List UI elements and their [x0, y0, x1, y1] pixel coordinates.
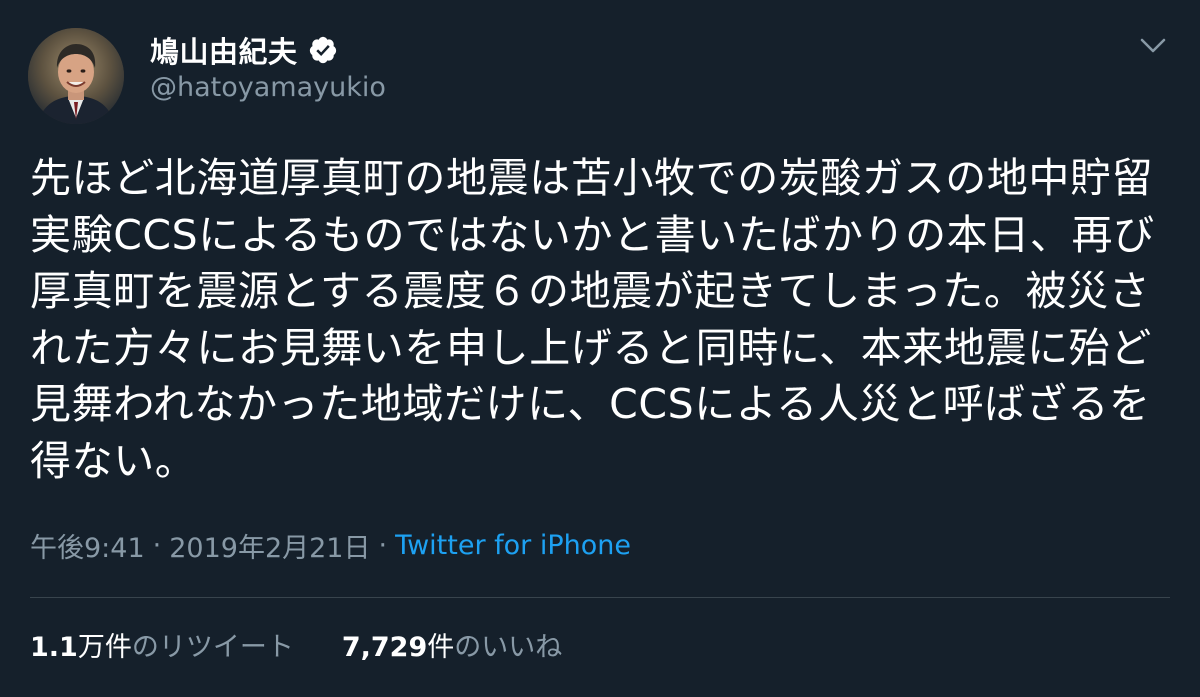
user-handle[interactable]: @hatoyamayukio — [150, 72, 386, 103]
user-name-row: 鳩山由紀夫 — [150, 30, 338, 70]
chevron-down-icon[interactable] — [1138, 36, 1168, 56]
display-name[interactable]: 鳩山由紀夫 — [150, 29, 298, 71]
tweet-date[interactable]: 2019年2月21日 — [169, 526, 370, 565]
tweet-time[interactable]: 午後9:41 — [30, 526, 145, 565]
tweet-text: 先ほど北海道厚真町の地震は苫小牧での炭酸ガスの地中貯留実験CCSによるものではな… — [30, 154, 1155, 485]
like-count[interactable]: 7,729 件 のいいね — [342, 625, 562, 664]
like-label: のいいね — [454, 632, 563, 663]
like-number: 7,729 — [341, 632, 428, 663]
avatar[interactable] — [28, 28, 124, 124]
avatar-image — [28, 28, 124, 124]
tweet-metadata: 午後9:41 · 2019年2月21日 · Twitter for iPhone — [30, 526, 631, 565]
retweet-label: のリツイート — [131, 632, 294, 663]
divider — [30, 597, 1170, 598]
meta-separator: · — [378, 530, 388, 561]
retweet-number: 1.1 — [30, 632, 78, 663]
meta-separator: · — [152, 530, 162, 561]
verified-badge-icon — [308, 35, 338, 65]
tweet-card: 鳩山由紀夫 @hatoyamayukio 先ほど北海道厚真町の地震は苫小牧での炭… — [0, 0, 1200, 697]
retweet-unit: 万件 — [77, 632, 132, 663]
like-unit: 件 — [427, 632, 455, 663]
retweet-count[interactable]: 1.1 万件 のリツイート — [30, 625, 294, 664]
tweet-stats: 1.1 万件 のリツイート 7,729 件 のいいね — [30, 625, 562, 664]
tweet-source-link[interactable]: Twitter for iPhone — [395, 530, 631, 561]
